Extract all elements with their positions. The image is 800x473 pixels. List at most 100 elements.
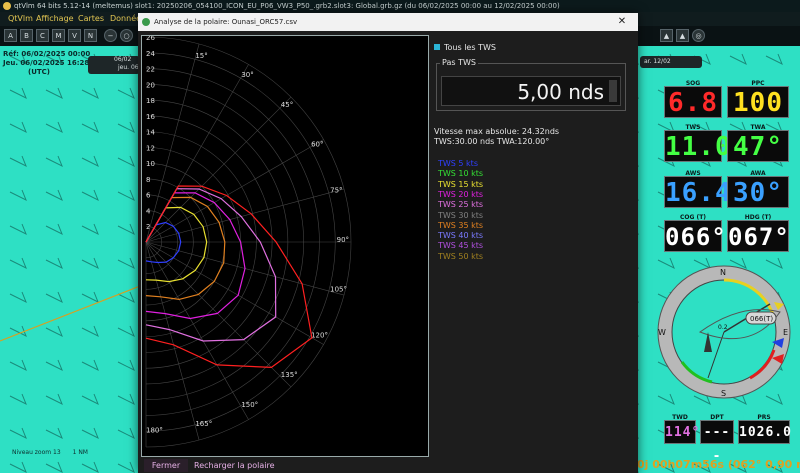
legend-item: TWS 30 kts bbox=[438, 210, 484, 220]
wind-barb-icon bbox=[117, 155, 135, 168]
circle-icon[interactable]: ○ bbox=[120, 29, 133, 42]
scale-label: 1 NM bbox=[72, 449, 88, 456]
radial-tick-label: 24 bbox=[146, 50, 155, 58]
all-tws-checkbox[interactable] bbox=[434, 44, 440, 50]
wind-barb-icon bbox=[9, 87, 27, 100]
wind-barb-icon bbox=[45, 87, 63, 100]
awa-label: AWA bbox=[750, 170, 766, 177]
minus-icon[interactable]: − bbox=[104, 29, 117, 42]
menu-cartes[interactable]: Cartes bbox=[78, 12, 104, 26]
timeline-left-day: jeu. 06 bbox=[118, 64, 139, 71]
wind-barb-icon bbox=[45, 257, 63, 270]
lifebuoy-icon[interactable]: ◎ bbox=[692, 29, 705, 42]
grid-spoke bbox=[145, 241, 200, 441]
timeline-right[interactable]: ar. 12/02 bbox=[640, 56, 702, 68]
grid-spoke bbox=[145, 188, 345, 243]
wind-barb-icon bbox=[81, 393, 99, 406]
spin-arrows-icon[interactable] bbox=[609, 80, 617, 102]
compass-w: W bbox=[658, 328, 666, 337]
toolbar-btn-b[interactable]: B bbox=[20, 29, 33, 42]
twd-instrument: TWD 114° bbox=[664, 414, 701, 444]
wind-barb-icon bbox=[45, 325, 63, 338]
polar-controls: Tous les TWS Pas TWS 5,00 nds Vitesse ma… bbox=[434, 35, 634, 455]
wind-barb-icon bbox=[117, 427, 135, 440]
wind-barb-icon bbox=[45, 427, 63, 440]
wind-barb-icon bbox=[9, 393, 27, 406]
awa-value: 30° bbox=[733, 178, 783, 208]
compass-speed: 0.2 bbox=[718, 324, 728, 331]
close-icon[interactable]: ✕ bbox=[614, 13, 630, 31]
toolbar-btn-a[interactable]: A bbox=[4, 29, 17, 42]
legend-item: TWS 25 kts bbox=[438, 200, 484, 210]
toolbar-btn-m[interactable]: M bbox=[52, 29, 65, 42]
polar-plot: 246810121416182022242615°30°45°60°75°90°… bbox=[145, 36, 352, 448]
prs-instrument: PRS 1026.0 bbox=[738, 414, 791, 444]
radial-tick-label: 8 bbox=[146, 176, 150, 184]
warning-icon[interactable]: ▲ bbox=[660, 29, 673, 42]
wind-barb-icon bbox=[9, 291, 27, 304]
menu-donnees[interactable]: Donnée bbox=[110, 12, 141, 26]
radial-tick-label: 12 bbox=[146, 144, 155, 152]
wind-barb-icon bbox=[45, 393, 63, 406]
ppc-label: PPC bbox=[751, 80, 765, 87]
dpt-value: ---- bbox=[703, 425, 731, 464]
wind-barb-icon bbox=[729, 53, 747, 66]
wind-barb-icon bbox=[9, 427, 27, 440]
aws-label: AWS bbox=[685, 170, 701, 177]
dialog-title: Analyse de la polaire: Ounasi_ORC57.csv bbox=[154, 18, 298, 26]
wind-barb-icon bbox=[81, 325, 99, 338]
triangle-icon[interactable]: ▲ bbox=[676, 29, 689, 42]
wind-barb-icon bbox=[765, 53, 783, 66]
cog-value: 066° bbox=[665, 223, 727, 251]
hdg-instrument: HDG (T) 067° bbox=[727, 214, 789, 252]
angle-tick-label: 120° bbox=[311, 331, 328, 339]
toolbar-btn-c[interactable]: C bbox=[36, 29, 49, 42]
menu-qtvlm[interactable]: QtVlm bbox=[8, 12, 33, 26]
zoom-label: Niveau zoom 13 1 NM bbox=[12, 449, 88, 456]
grid-spoke bbox=[145, 96, 292, 243]
radial-tick-label: 4 bbox=[146, 207, 151, 215]
radial-tick-label: 16 bbox=[146, 113, 155, 121]
wind-barb-icon bbox=[45, 189, 63, 202]
pas-tws-spinbox[interactable]: 5,00 nds bbox=[441, 76, 621, 106]
dialog-title-bar[interactable]: Analyse de la polaire: Ounasi_ORC57.csv … bbox=[138, 13, 638, 31]
prs-label: PRS bbox=[757, 414, 771, 421]
wind-barb-icon bbox=[45, 359, 63, 372]
wind-barb-icon bbox=[81, 155, 99, 168]
sog-instrument: SOG 6.8 bbox=[664, 80, 722, 118]
twa-instrument: TWA 47° bbox=[727, 124, 789, 162]
wind-barb-icon bbox=[81, 121, 99, 134]
compass-n: N bbox=[720, 268, 726, 277]
wind-barb-icon bbox=[9, 121, 27, 134]
radial-tick-label: 26 bbox=[146, 36, 155, 42]
timeline-left[interactable]: 06/02 jeu. 06 bbox=[88, 56, 140, 74]
vmax-detail: TWS:30.00 nds TWA:120.00° bbox=[434, 137, 550, 146]
menu-affichage[interactable]: Affichage bbox=[36, 12, 74, 26]
wind-barb-icon bbox=[81, 189, 99, 202]
toolbar-btn-v[interactable]: V bbox=[68, 29, 81, 42]
polar-analysis-dialog: Analyse de la polaire: Ounasi_ORC57.csv … bbox=[138, 13, 638, 473]
radial-tick-label: 22 bbox=[146, 66, 155, 74]
route-line bbox=[0, 285, 141, 342]
zoom-level: Niveau zoom 13 bbox=[12, 449, 61, 456]
toolbar-btn-n[interactable]: N bbox=[84, 29, 97, 42]
pas-tws-value: 5,00 nds bbox=[517, 80, 604, 104]
compass-e: E bbox=[783, 328, 788, 337]
wind-barb-icon bbox=[9, 155, 27, 168]
angle-tick-label: 90° bbox=[337, 236, 349, 244]
legend-item: TWS 15 kts bbox=[438, 179, 484, 189]
wind-barb-icon bbox=[81, 257, 99, 270]
tws-label: TWS bbox=[685, 124, 701, 131]
dpt-label: DPT bbox=[710, 414, 724, 421]
ppc-instrument: PPC 100 bbox=[727, 80, 789, 118]
angle-tick-label: 135° bbox=[281, 371, 298, 379]
tws-instrument: TWS 11.0 bbox=[664, 124, 731, 162]
cog-label: COG (T) bbox=[679, 214, 707, 221]
angle-tick-label: 75° bbox=[330, 187, 342, 195]
reload-polar-button[interactable]: Recharger la polaire bbox=[194, 459, 275, 472]
twd-value: 114° bbox=[665, 425, 701, 440]
pas-tws-group: Pas TWS 5,00 nds bbox=[436, 58, 626, 111]
wind-barb-icon bbox=[9, 461, 27, 473]
close-button[interactable]: Fermer bbox=[144, 459, 188, 472]
wind-barb-icon bbox=[117, 359, 135, 372]
